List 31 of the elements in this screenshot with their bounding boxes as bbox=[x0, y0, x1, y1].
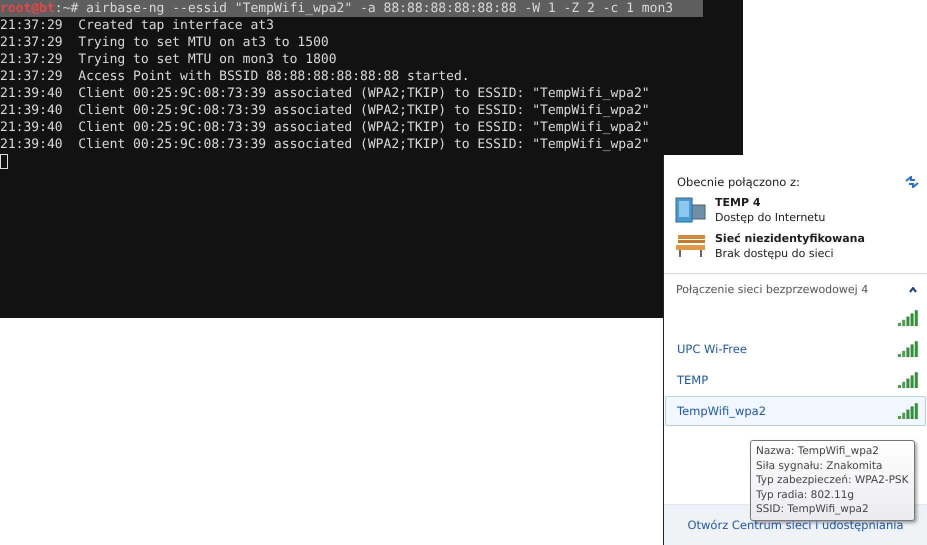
connection-status: Brak dostępu do sieci bbox=[715, 246, 835, 261]
log-line: 21:37:29 Created tap interface at3 bbox=[0, 17, 275, 34]
log-line: 21:37:29 Access Point with BSSID 88:88:88:88:88:88 started. bbox=[0, 68, 471, 85]
collapse-caret-icon[interactable] bbox=[909, 286, 917, 292]
log-line: 21:39:40 Client 00:25:9C:08:73:39 associated (WPA2;TKIP) to ESSID: "TempWifi_wpa2" bbox=[0, 102, 651, 119]
tooltip-line: Typ radia: 802.11g bbox=[756, 488, 856, 502]
connection-name: Sieć niezidentyfikowana bbox=[715, 231, 865, 246]
panel-heading: Obecnie połączono z: bbox=[677, 175, 800, 189]
log-line: 21:37:29 Trying to set MTU on mon3 to 1800 bbox=[0, 51, 338, 68]
signal-strength-icon bbox=[898, 372, 919, 388]
text-cursor bbox=[0, 154, 8, 169]
connection-status: Dostęp do Internetu bbox=[715, 210, 826, 225]
tooltip-line: Nazwa: TempWifi_wpa2 bbox=[756, 444, 880, 458]
signal-strength-icon bbox=[898, 341, 919, 357]
signal-strength-icon bbox=[898, 403, 919, 419]
tooltip-line: Siła sygnału: Znakomita bbox=[756, 458, 884, 473]
log-line: 21:39:40 Client 00:25:9C:08:73:39 associated (WPA2;TKIP) to ESSID: "TempWifi_wpa2" bbox=[0, 119, 651, 136]
network-item[interactable]: UPC Wi-Free bbox=[665, 334, 926, 364]
signal-strength-icon bbox=[898, 310, 919, 326]
network-item[interactable]: TempWifi_wpa2 bbox=[665, 396, 926, 426]
computer-network-icon bbox=[675, 197, 707, 223]
bench-icon bbox=[675, 234, 707, 258]
connection-name: TEMP 4 bbox=[715, 195, 762, 210]
section-title: Połączenie sieci bezprzewodowej 4 bbox=[676, 283, 868, 296]
tooltip-line: Typ zabezpieczeń: WPA2-PSK bbox=[756, 473, 908, 488]
network-item[interactable]: TEMP bbox=[665, 365, 926, 395]
log-line: 21:39:40 Client 00:25:9C:08:73:39 associated (WPA2;TKIP) to ESSID: "TempWifi_wpa2" bbox=[0, 85, 651, 102]
log-line: 21:39:40 Client 00:25:9C:08:73:39 associated (WPA2;TKIP) to ESSID: "TempWifi_wpa2" bbox=[0, 136, 651, 153]
log-line: 21:37:29 Trying to set MTU on at3 to 1500 bbox=[0, 34, 330, 51]
refresh-icon[interactable] bbox=[905, 176, 919, 188]
tooltip-line: SSID: TempWifi_wpa2 bbox=[756, 502, 870, 516]
